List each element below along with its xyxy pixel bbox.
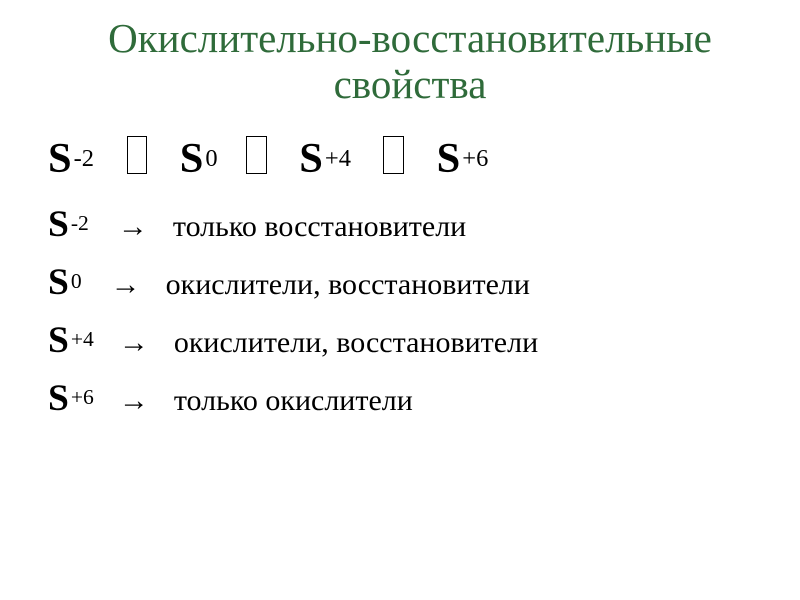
- ox-state: -2: [71, 211, 89, 235]
- oxidation-states-row: S-2 S0 S+4 S+6: [48, 126, 772, 192]
- ox-state: +6: [71, 385, 94, 409]
- rule-line: S+4 → окислители, восстановители: [48, 312, 772, 370]
- slide: Окислительно-восстановительные свойства …: [0, 0, 800, 600]
- slide-title: Окислительно-восстановительные свойства: [48, 16, 772, 108]
- element-symbol: S: [48, 135, 72, 182]
- box-icon: [127, 136, 148, 174]
- slide-body: S-2 S0 S+4 S+6 S-2 → только восстановите…: [48, 126, 772, 428]
- arrow-icon: →: [118, 204, 148, 251]
- element-symbol: S: [48, 204, 69, 245]
- ox-state: +4: [325, 145, 351, 172]
- arrow-icon: →: [111, 262, 141, 309]
- arrow-icon: →: [119, 320, 149, 367]
- rule-text: окислители, восстановители: [174, 326, 538, 359]
- ox-state: 0: [71, 269, 82, 293]
- box-icon: [246, 136, 267, 174]
- rule-line: S+6 → только окислители: [48, 370, 772, 428]
- rule-text: только восстановители: [173, 210, 466, 243]
- element-symbol: S: [180, 135, 204, 182]
- arrow-icon: →: [119, 378, 149, 425]
- ox-state: +6: [462, 145, 488, 172]
- element-symbol: S: [48, 320, 69, 361]
- element-symbol: S: [48, 262, 69, 303]
- rule-text: окислители, восстановители: [166, 268, 530, 301]
- element-symbol: S: [48, 378, 69, 419]
- rule-line: S-2 → только восстановители: [48, 196, 772, 254]
- element-symbol: S: [299, 135, 323, 182]
- ox-state: +4: [71, 327, 94, 351]
- rule-text: только окислители: [174, 384, 413, 417]
- ox-state: -2: [74, 145, 94, 172]
- box-icon: [383, 136, 404, 174]
- element-symbol: S: [437, 135, 461, 182]
- rule-line: S0 → окислители, восстановители: [48, 254, 772, 312]
- ox-state: 0: [205, 145, 217, 172]
